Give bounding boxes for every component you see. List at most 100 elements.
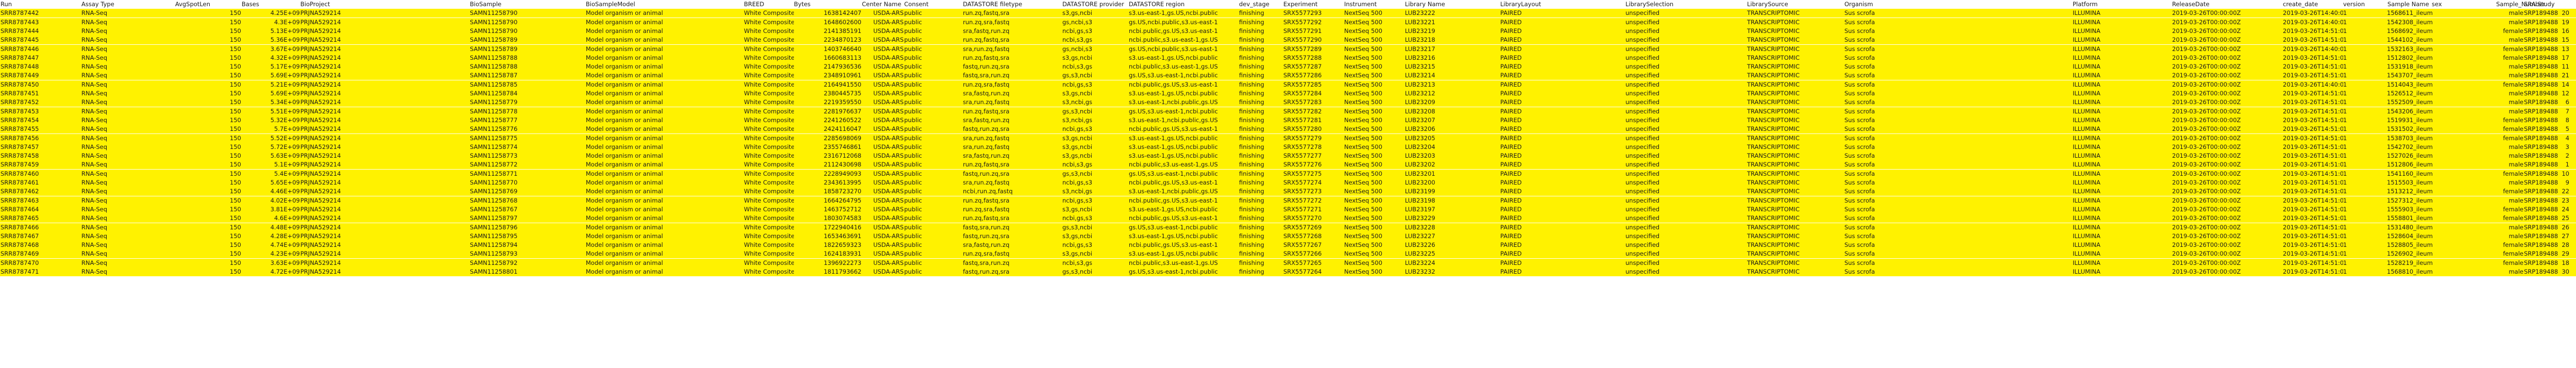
- table-cell[interactable]: PRJNA529214: [300, 152, 470, 160]
- table-cell[interactable]: SRR8787460: [0, 170, 81, 178]
- table-cell[interactable]: fastq,run.zq,sra: [962, 62, 1062, 71]
- table-cell[interactable]: ncbi.public,gs.US,s3.us-east-1: [1128, 125, 1239, 133]
- table-cell[interactable]: PAIRED: [1500, 267, 1625, 276]
- table-cell[interactable]: 30: [2496, 267, 2570, 276]
- table-cell[interactable]: 5.13E+09: [241, 27, 301, 36]
- table-cell[interactable]: USDA-ARS: [861, 223, 905, 232]
- table-cell[interactable]: gs,s3,ncbi: [1062, 267, 1129, 276]
- table-cell[interactable]: 150: [175, 89, 242, 98]
- table-cell[interactable]: SRX5577288: [1283, 54, 1344, 62]
- table-cell[interactable]: TRANSCRIPTOMIC: [1747, 170, 1844, 178]
- table-cell[interactable]: White Composite: [743, 98, 794, 107]
- table-cell[interactable]: NextSeq 500: [1344, 232, 1405, 241]
- table-cell[interactable]: LUB23212: [1404, 89, 1500, 98]
- table-cell[interactable]: NextSeq 500: [1344, 249, 1405, 258]
- table-cell[interactable]: unspecified: [1625, 196, 1747, 205]
- table-cell[interactable]: SRX5577277: [1283, 152, 1344, 160]
- table-cell[interactable]: unspecified: [1625, 107, 1747, 116]
- table-cell[interactable]: PAIRED: [1500, 9, 1625, 18]
- table-cell[interactable]: 1: [2343, 178, 2387, 187]
- table-cell[interactable]: s3.us-east-1,ncbi.public,gs.US: [1128, 116, 1239, 125]
- table-cell[interactable]: finishing: [1239, 223, 1283, 232]
- table-cell[interactable]: RNA-Seq: [81, 98, 175, 107]
- table-cell[interactable]: Model organism or animal: [585, 232, 744, 241]
- table-cell[interactable]: RNA-Seq: [81, 116, 175, 125]
- table-cell[interactable]: PAIRED: [1500, 178, 1625, 187]
- table-cell[interactable]: SRR8787465: [0, 214, 81, 223]
- table-cell[interactable]: finishing: [1239, 18, 1283, 27]
- table-cell[interactable]: 4.6E+09: [241, 214, 301, 223]
- table-cell[interactable]: 2234870123: [793, 36, 862, 44]
- table-cell[interactable]: SRX5577290: [1283, 36, 1344, 44]
- table-cell[interactable]: PAIRED: [1500, 45, 1625, 54]
- table-cell[interactable]: NextSeq 500: [1344, 36, 1405, 44]
- table-cell[interactable]: RNA-Seq: [81, 54, 175, 62]
- table-cell[interactable]: ILLUMINA: [2072, 249, 2172, 258]
- table-cell[interactable]: White Composite: [743, 152, 794, 160]
- table-cell[interactable]: public: [904, 45, 963, 54]
- table-cell[interactable]: Sus scrofa: [1844, 267, 2073, 276]
- table-cell[interactable]: PAIRED: [1500, 54, 1625, 62]
- table-cell[interactable]: LUB23224: [1404, 259, 1500, 267]
- table-cell[interactable]: Model organism or animal: [585, 107, 744, 116]
- table-cell[interactable]: USDA-ARS: [861, 232, 905, 241]
- table-cell[interactable]: s3.us-east-1,gs.US,ncbi.public: [1128, 134, 1239, 143]
- table-cell[interactable]: White Composite: [743, 18, 794, 27]
- table-cell[interactable]: 2019-03-26T14:51:00Z: [2282, 214, 2343, 223]
- table-cell[interactable]: 1: [2343, 134, 2387, 143]
- table-cell[interactable]: 2019-03-26T14:51:00Z: [2282, 116, 2343, 125]
- table-cell[interactable]: 23: [2496, 196, 2570, 205]
- table-cell[interactable]: 2019-03-26T14:51:00Z: [2282, 71, 2343, 80]
- table-cell[interactable]: SAMN11258801: [469, 267, 586, 276]
- table-cell[interactable]: unspecified: [1625, 98, 1747, 107]
- column-header[interactable]: Instrument: [1344, 0, 1405, 9]
- table-cell[interactable]: 2019-03-26T00:00:00Z: [2172, 36, 2283, 44]
- table-cell[interactable]: 1568611_ileum: [2387, 9, 2432, 18]
- table-cell[interactable]: 1527026_ileum: [2387, 152, 2432, 160]
- table-cell[interactable]: USDA-ARS: [861, 125, 905, 133]
- table-cell[interactable]: 2019-03-26T14:51:00Z: [2282, 62, 2343, 71]
- table-cell[interactable]: 1: [2343, 170, 2387, 178]
- table-cell[interactable]: 1543206_ileum: [2387, 107, 2432, 116]
- table-cell[interactable]: 5.1E+09: [241, 160, 301, 169]
- column-header[interactable]: dev_stage: [1239, 0, 1283, 9]
- table-cell[interactable]: 150: [175, 196, 242, 205]
- table-cell[interactable]: 5.34E+09: [241, 98, 301, 107]
- table-cell[interactable]: 1638142407: [793, 9, 862, 18]
- table-cell[interactable]: PAIRED: [1500, 36, 1625, 44]
- table-cell[interactable]: unspecified: [1625, 9, 1747, 18]
- table-cell[interactable]: ILLUMINA: [2072, 116, 2172, 125]
- table-cell[interactable]: TRANSCRIPTOMIC: [1747, 152, 1844, 160]
- table-cell[interactable]: Model organism or animal: [585, 187, 744, 196]
- table-cell[interactable]: Model organism or animal: [585, 89, 744, 98]
- table-cell[interactable]: SRX5577283: [1283, 98, 1344, 107]
- table-cell[interactable]: 2019-03-26T00:00:00Z: [2172, 89, 2283, 98]
- table-cell[interactable]: 1858723270: [793, 187, 862, 196]
- table-cell[interactable]: 20: [2496, 9, 2570, 18]
- table-cell[interactable]: USDA-ARS: [861, 241, 905, 249]
- table-cell[interactable]: finishing: [1239, 241, 1283, 249]
- table-cell[interactable]: 1542702_ileum: [2387, 143, 2432, 152]
- table-cell[interactable]: PAIRED: [1500, 116, 1625, 125]
- table-cell[interactable]: run.zq,fastq,sra: [962, 36, 1062, 44]
- table-cell[interactable]: 1811793662: [793, 267, 862, 276]
- table-cell[interactable]: NextSeq 500: [1344, 9, 1405, 18]
- table-cell[interactable]: RNA-Seq: [81, 187, 175, 196]
- table-cell[interactable]: 150: [175, 267, 242, 276]
- table-cell[interactable]: SRX5577289: [1283, 45, 1344, 54]
- table-cell[interactable]: Model organism or animal: [585, 18, 744, 27]
- table-cell[interactable]: RNA-Seq: [81, 36, 175, 44]
- table-cell[interactable]: Model organism or animal: [585, 9, 744, 18]
- table-cell[interactable]: public: [904, 80, 963, 89]
- table-cell[interactable]: SRR8787452: [0, 98, 81, 107]
- table-cell[interactable]: 1: [2343, 214, 2387, 223]
- table-cell[interactable]: White Composite: [743, 267, 794, 276]
- table-cell[interactable]: SAMN11258776: [469, 125, 586, 133]
- table-cell[interactable]: LUB23217: [1404, 45, 1500, 54]
- table-cell[interactable]: public: [904, 205, 963, 214]
- table-cell[interactable]: SRR8787445: [0, 36, 81, 44]
- table-cell[interactable]: 2019-03-26T14:51:00Z: [2282, 134, 2343, 143]
- table-cell[interactable]: ncbi.public,gs.US,s3.us-east-1: [1128, 241, 1239, 249]
- table-cell[interactable]: PRJNA529214: [300, 170, 470, 178]
- table-cell[interactable]: USDA-ARS: [861, 196, 905, 205]
